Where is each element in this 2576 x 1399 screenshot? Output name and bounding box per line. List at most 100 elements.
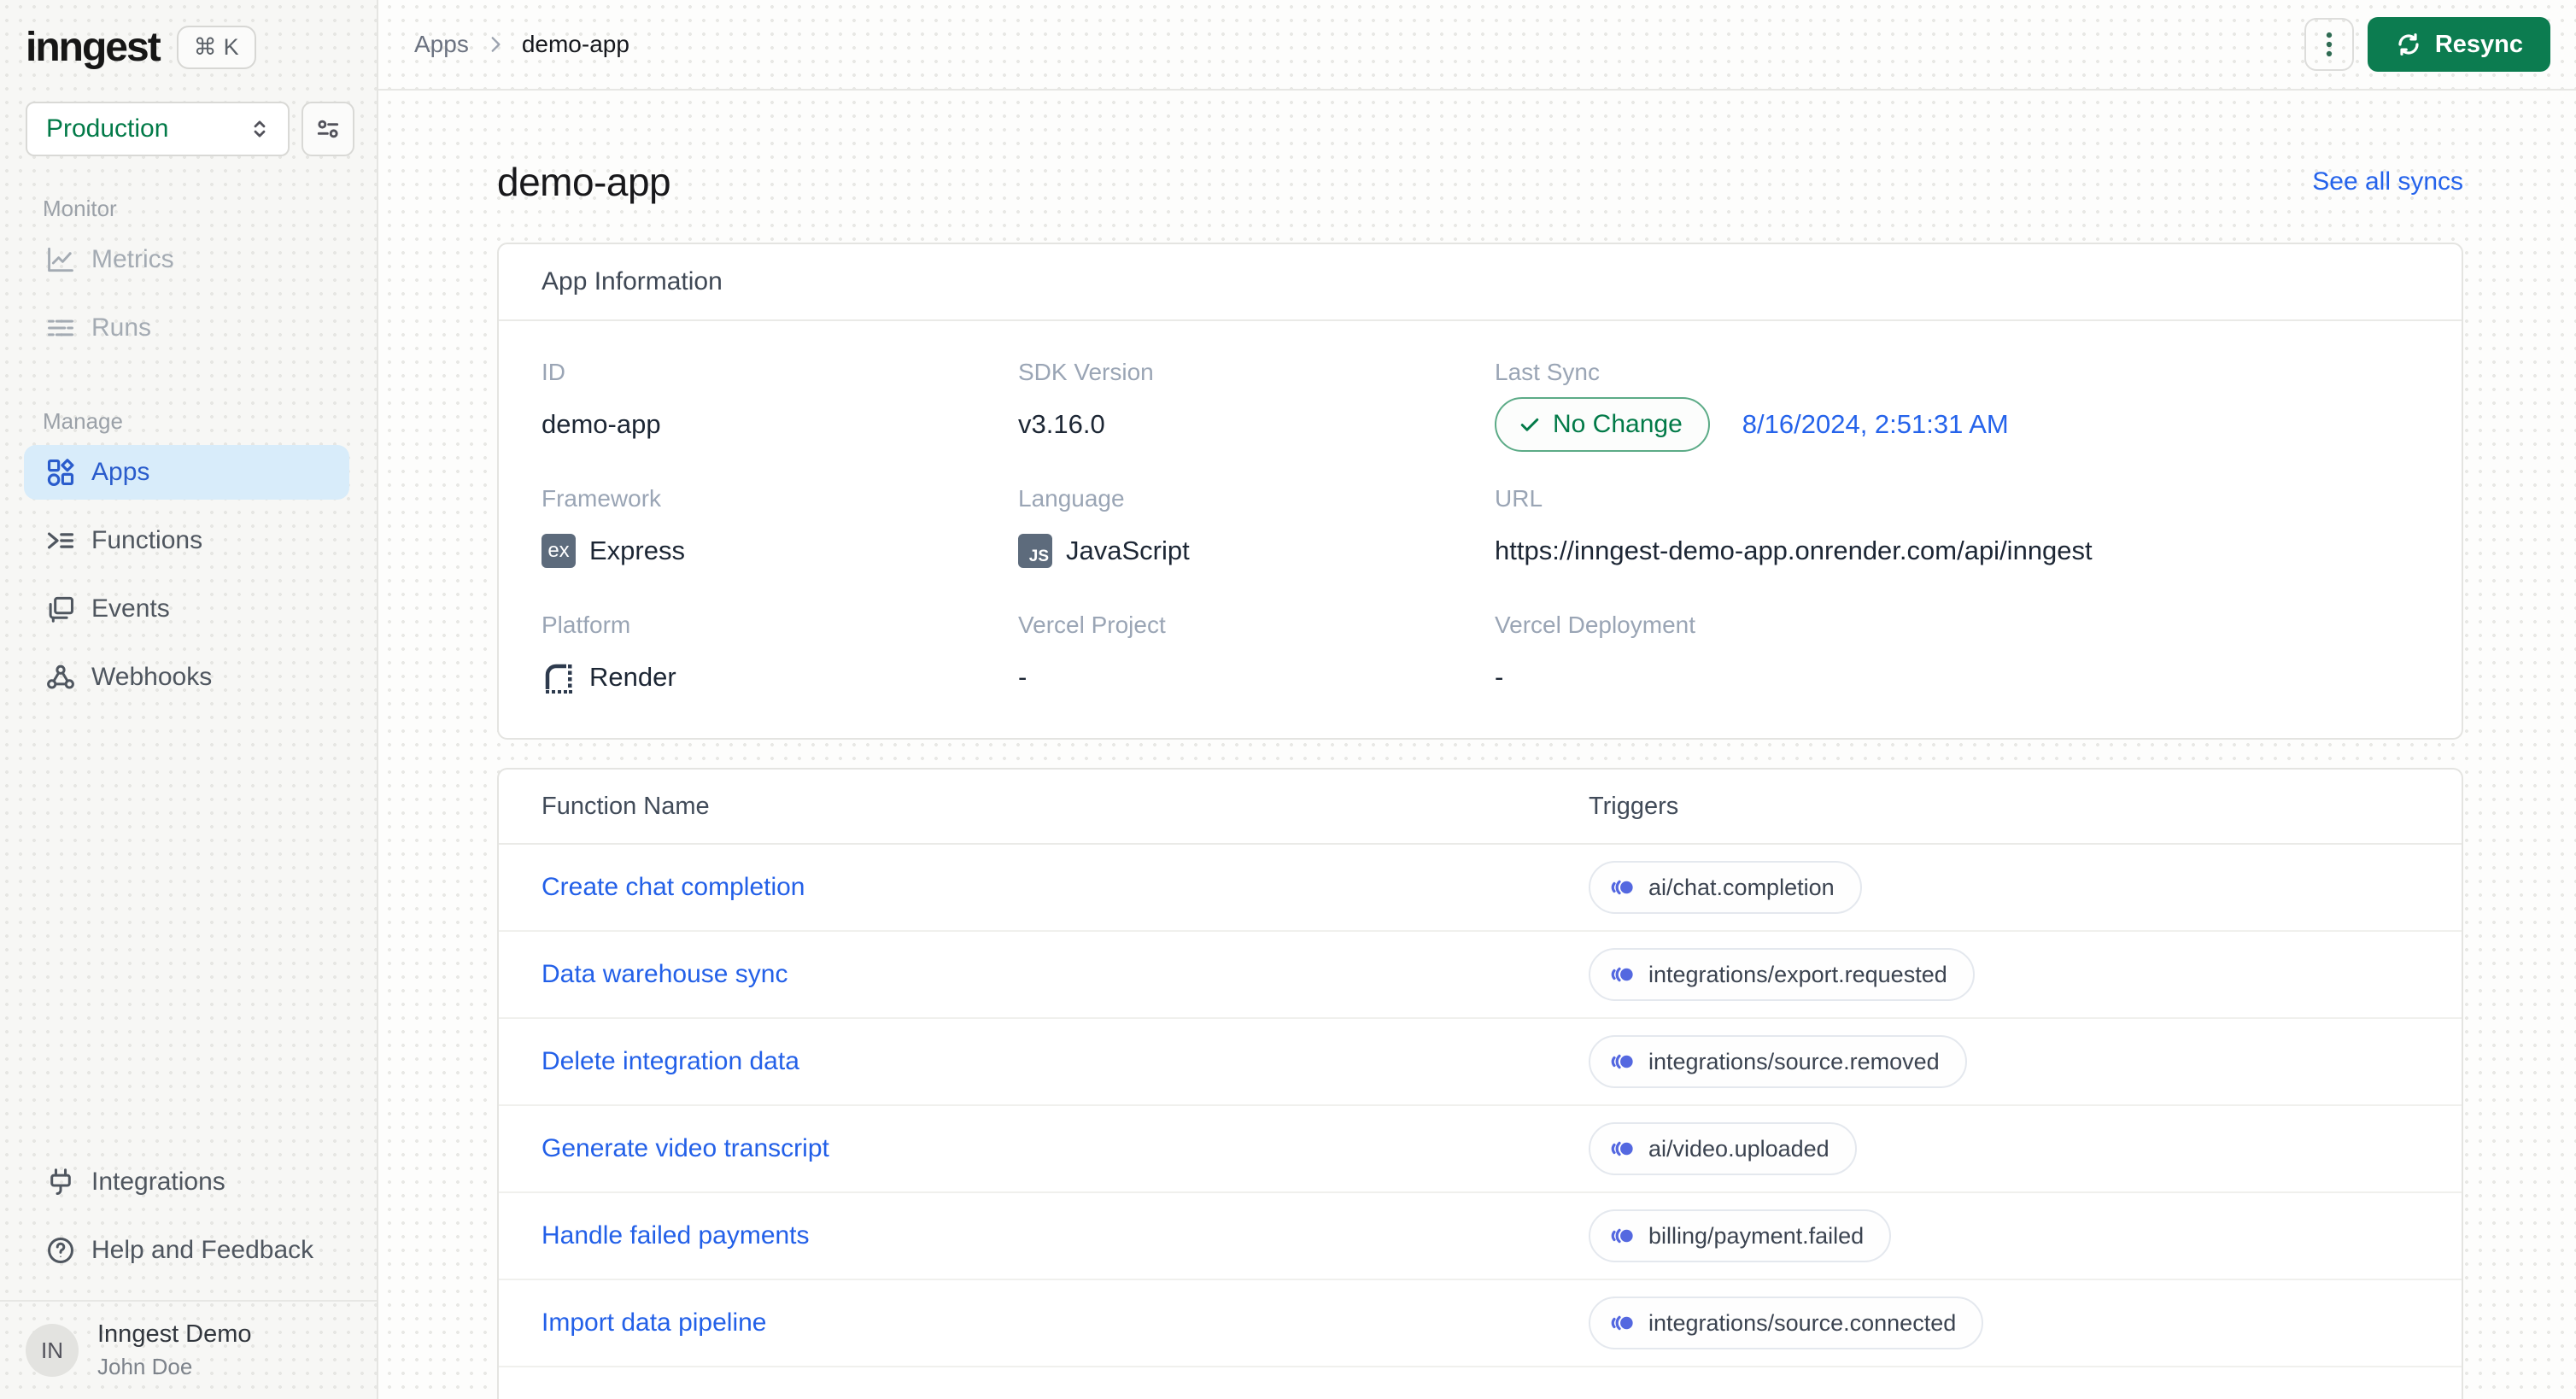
sidebar-item-functions[interactable]: Functions <box>24 513 349 568</box>
trigger-pill[interactable]: ai/video.uploaded <box>1589 1122 1857 1175</box>
trigger-pill[interactable]: integrations/export.requested <box>1589 948 1975 1001</box>
trigger-name: integrations/source.removed <box>1648 1048 1940 1074</box>
see-all-syncs-link[interactable]: See all syncs <box>2312 167 2463 196</box>
field-value: demo-app <box>542 409 661 439</box>
sidebar-item-help[interactable]: Help and Feedback <box>24 1223 349 1278</box>
breadcrumb-current: demo-app <box>521 31 629 57</box>
function-row: Data warehouse sync integrations/export.… <box>499 932 2462 1019</box>
sidebar-item-runs[interactable]: Runs <box>24 301 349 355</box>
sidebar-item-integrations[interactable]: Integrations <box>24 1155 349 1209</box>
sidebar-item-label: Events <box>91 594 170 623</box>
function-link[interactable]: Delete integration data <box>542 1047 1589 1076</box>
metrics-chart-icon <box>43 242 79 278</box>
nav-section-manage: Manage <box>43 408 123 434</box>
field-value: JavaScript <box>1066 536 1190 565</box>
sidebar-item-apps[interactable]: Apps <box>24 445 349 500</box>
column-triggers: Triggers <box>1589 792 1679 820</box>
field-label: Vercel Deployment <box>1495 612 1696 638</box>
kebab-icon <box>2316 30 2342 59</box>
sidebar-footer: Integrations Help and Feedback <box>0 1155 377 1300</box>
function-row: Import data pipeline integrations/source… <box>499 1280 2462 1367</box>
field-platform: Platform Render <box>542 612 1018 695</box>
column-function-name: Function Name <box>542 792 710 820</box>
function-row: Generate video transcript ai/video.uploa… <box>499 1106 2462 1193</box>
chevron-right-icon <box>484 33 506 56</box>
trigger-pill[interactable]: billing/payment.failed <box>1589 1209 1892 1262</box>
field-value: Render <box>589 662 676 692</box>
environment-settings-button[interactable] <box>302 102 354 156</box>
function-row: Handle failed payments billing/payment.f… <box>499 1193 2462 1280</box>
field-value: - <box>1018 662 1027 692</box>
javascript-icon: JS <box>1018 534 1052 568</box>
sidebar-item-label: Integrations <box>91 1168 225 1196</box>
field-language: Language JS JavaScript <box>1018 485 1495 569</box>
field-value: https://inngest-demo-app.onrender.com/ap… <box>1495 536 2093 565</box>
field-value: v3.16.0 <box>1018 409 1105 439</box>
function-row: Delete integration data integrations/sou… <box>499 1019 2462 1106</box>
render-icon <box>542 660 576 694</box>
field-value: Express <box>589 536 685 565</box>
field-label: Platform <box>542 612 631 638</box>
chevron-up-down-icon <box>247 116 272 142</box>
last-sync-timestamp-link[interactable]: 8/16/2024, 2:51:31 AM <box>1742 409 2009 440</box>
sidebar-item-metrics[interactable]: Metrics <box>24 232 349 287</box>
user-name: John Doe <box>97 1354 193 1379</box>
field-vercel-project: Vercel Project - <box>1018 612 1495 695</box>
trigger-name: ai/video.uploaded <box>1648 1135 1830 1162</box>
brand-row: inngest ⌘ K <box>0 0 377 71</box>
express-icon: ex <box>542 534 576 568</box>
function-link[interactable]: Data warehouse sync <box>542 960 1589 989</box>
sidebar-item-label: Functions <box>91 526 203 554</box>
event-pulse-icon <box>1609 1310 1635 1336</box>
breadcrumb-apps-link[interactable]: Apps <box>414 31 469 58</box>
trigger-pill[interactable]: integrations/source.connected <box>1589 1297 1984 1349</box>
sidebar: inngest ⌘ K Production Monitor Metrics R… <box>0 0 378 1399</box>
field-label: Framework <box>542 485 662 512</box>
field-id: ID demo-app <box>542 359 1018 442</box>
function-link[interactable]: Generate video transcript <box>542 1134 1589 1163</box>
event-pulse-icon <box>1609 1049 1635 1074</box>
user-menu[interactable]: IN Inngest Demo John Doe <box>0 1300 377 1399</box>
trigger-pill[interactable]: ai/chat.completion <box>1589 861 1862 914</box>
sidebar-item-label: Help and Feedback <box>91 1236 314 1264</box>
event-pulse-icon <box>1609 875 1635 900</box>
function-link[interactable]: Create chat completion <box>542 873 1589 902</box>
plug-icon <box>43 1164 79 1200</box>
sidebar-item-events[interactable]: Events <box>24 582 349 636</box>
sidebar-item-label: Apps <box>91 458 150 486</box>
environment-value: Production <box>46 114 169 143</box>
sidebar-item-webhooks[interactable]: Webhooks <box>24 650 349 705</box>
field-label: URL <box>1495 485 1543 512</box>
function-link[interactable]: Import data pipeline <box>542 1308 1589 1338</box>
main-area: Apps demo-app Resync demo-app See all sy… <box>378 0 2576 1399</box>
breadcrumb: Apps demo-app <box>414 31 629 58</box>
resync-button[interactable]: Resync <box>2367 17 2550 72</box>
sync-icon <box>2395 31 2422 58</box>
apps-grid-icon <box>43 454 79 490</box>
field-vercel-deployment: Vercel Deployment - <box>1495 612 2419 695</box>
question-circle-icon <box>43 1232 79 1268</box>
trigger-name: integrations/source.connected <box>1648 1309 1957 1336</box>
user-org: Inngest Demo <box>97 1320 252 1348</box>
app-information-title: App Information <box>499 244 2462 321</box>
function-link[interactable]: Handle failed payments <box>542 1221 1589 1250</box>
field-sdk-version: SDK Version v3.16.0 <box>1018 359 1495 442</box>
environment-select[interactable]: Production <box>26 102 290 156</box>
app-information-card: App Information ID demo-app SDK Version … <box>497 243 2463 740</box>
command-icon: ⌘ <box>193 34 217 60</box>
function-row: Create chat completion ai/chat.completio… <box>499 845 2462 932</box>
trigger-name: ai/chat.completion <box>1648 874 1835 900</box>
trigger-name: integrations/export.requested <box>1648 961 1947 987</box>
functions-table-header: Function Name Triggers <box>499 770 2462 845</box>
trigger-pill[interactable]: integrations/source.removed <box>1589 1035 1967 1088</box>
app-actions-menu-button[interactable] <box>2304 18 2354 71</box>
topbar: Apps demo-app Resync <box>378 0 2576 91</box>
check-icon <box>1517 412 1543 437</box>
runs-list-icon <box>43 310 79 346</box>
webhooks-icon <box>43 659 79 695</box>
no-change-badge[interactable]: No Change <box>1495 397 1710 452</box>
field-label: Last Sync <box>1495 359 1600 385</box>
page-title: demo-app <box>497 160 671 204</box>
inngest-logo[interactable]: inngest <box>26 24 161 71</box>
command-k-shortcut[interactable]: ⌘ K <box>176 26 256 69</box>
